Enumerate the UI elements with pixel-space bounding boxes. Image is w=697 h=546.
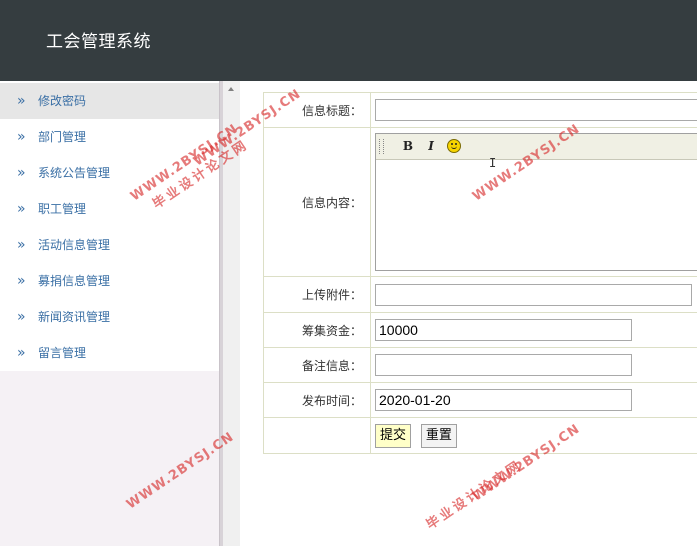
date-input[interactable] [375,389,632,411]
sidebar-item-label: 新闻资讯管理 [38,310,111,324]
watermark-site: 毕业设计论文网 [423,457,526,533]
submit-button[interactable]: 提交 [375,423,412,448]
double-chevron-right-icon: » [17,93,26,109]
double-chevron-right-icon: » [17,165,26,181]
fund-label: 筹集资金： [263,312,371,348]
sidebar-item-label: 修改密码 [38,94,87,108]
double-chevron-right-icon: » [17,201,26,217]
editor-toolbar: B I [376,134,697,160]
sidebar-item-news[interactable]: » 新闻资讯管理 [0,299,219,335]
double-chevron-right-icon: » [17,129,26,145]
text-cursor-icon: I [489,156,497,170]
watermark: 毕业设计论文网 [410,455,525,541]
title-label: 信息标题： [263,92,371,128]
double-chevron-right-icon: » [17,345,26,361]
app-title: 工会管理系统 [46,32,151,52]
sidebar: » 修改密码 » 部门管理 » 系统公告管理 » 职工管理 » 活动信息管理 »… [0,81,219,546]
sidebar-item-change-password[interactable]: » 修改密码 [0,83,219,119]
sidebar-item-label: 部门管理 [38,130,87,144]
double-chevron-right-icon: » [17,273,26,289]
fund-input[interactable] [375,319,632,341]
sidebar-item-label: 系统公告管理 [38,166,111,180]
sidebar-item-employees[interactable]: » 职工管理 [0,191,219,227]
attachment-input[interactable] [375,283,692,306]
italic-button[interactable]: I [423,138,439,154]
attachment-label: 上传附件： [263,276,371,313]
date-label: 发布时间： [263,382,371,418]
sidebar-item-announcements[interactable]: » 系统公告管理 [0,155,219,191]
double-chevron-right-icon: » [17,237,26,253]
bold-button[interactable]: B [400,138,416,154]
sidebar-item-label: 活动信息管理 [38,238,111,252]
sidebar-item-departments[interactable]: » 部门管理 [0,119,219,155]
smiley-icon[interactable] [447,139,461,153]
sidebar-item-label: 留言管理 [38,346,87,360]
double-chevron-right-icon: » [17,309,26,325]
title-input[interactable] [375,99,697,121]
info-form: 信息标题： 信息内容： B I I 上传附件： 筹集资金： 10000 备注信息… [263,92,697,454]
sidebar-item-label: 募捐信息管理 [38,274,111,288]
sidebar-item-activities[interactable]: » 活动信息管理 [0,227,219,263]
rich-text-editor[interactable]: B I I [375,133,697,271]
sidebar-item-messages[interactable]: » 留言管理 [0,335,219,371]
scroll-up-arrow-icon[interactable] [228,87,234,91]
sidebar-item-donations[interactable]: » 募捐信息管理 [0,263,219,299]
vertical-scrollbar[interactable] [223,81,240,546]
remark-input[interactable] [375,354,632,376]
content-label: 信息内容： [263,127,371,277]
sidebar-menu: » 修改密码 » 部门管理 » 系统公告管理 » 职工管理 » 活动信息管理 »… [0,81,219,371]
sidebar-item-label: 职工管理 [38,202,87,216]
remark-label: 备注信息： [263,347,371,383]
app-header: 工会管理系统 [0,0,697,81]
toolbar-grip-icon [379,139,384,154]
reset-button[interactable]: 重置 [420,423,457,448]
actions-label-cell [263,417,371,454]
